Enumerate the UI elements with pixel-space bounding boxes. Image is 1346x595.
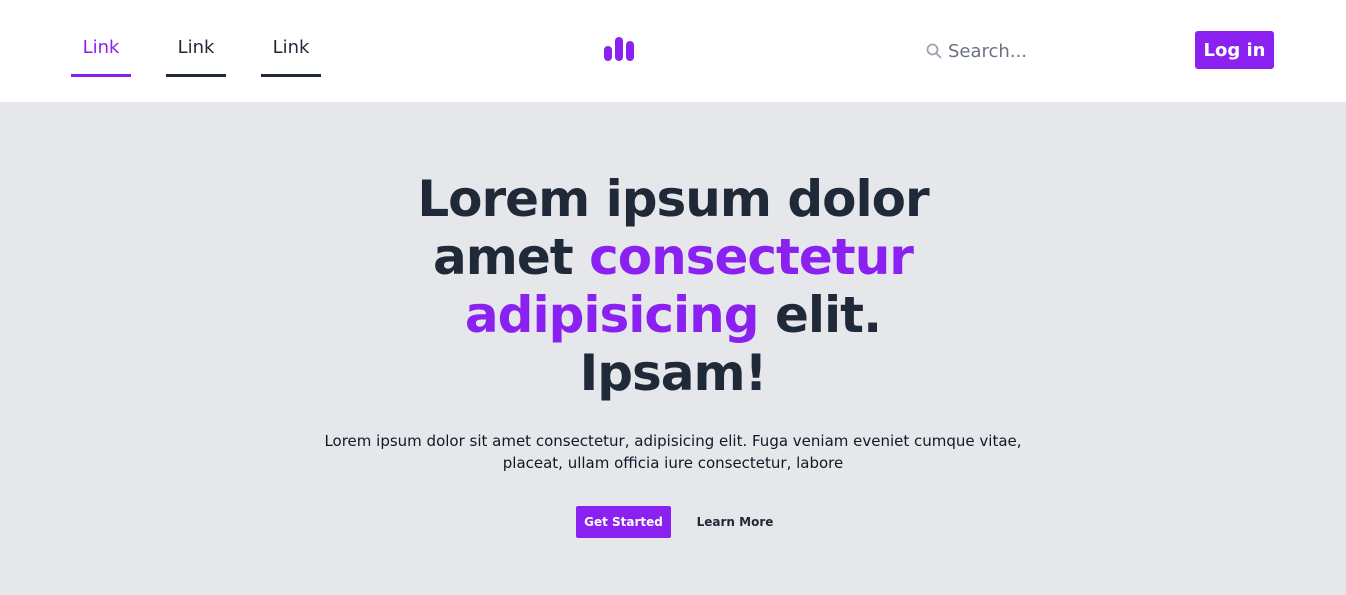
nav-link-3[interactable]: Link — [261, 36, 321, 77]
get-started-button[interactable]: Get Started — [576, 506, 671, 538]
search-icon — [926, 43, 942, 59]
learn-more-button[interactable]: Learn More — [690, 506, 780, 538]
site-header: Link Link Link Log in — [0, 0, 1346, 102]
hero-headline: Lorem ipsum dolor amet consectetur adipi… — [373, 170, 973, 402]
bar-chart-icon[interactable] — [603, 36, 635, 62]
hero-section: Lorem ipsum dolor amet consectetur adipi… — [0, 102, 1346, 595]
nav-link-1[interactable]: Link — [71, 36, 131, 77]
login-button[interactable]: Log in — [1195, 31, 1274, 69]
search-box — [926, 36, 1126, 66]
hero-description: Lorem ipsum dolor sit amet consectetur, … — [324, 432, 1022, 472]
nav-link-2[interactable]: Link — [166, 36, 226, 77]
search-input[interactable] — [948, 40, 1118, 62]
